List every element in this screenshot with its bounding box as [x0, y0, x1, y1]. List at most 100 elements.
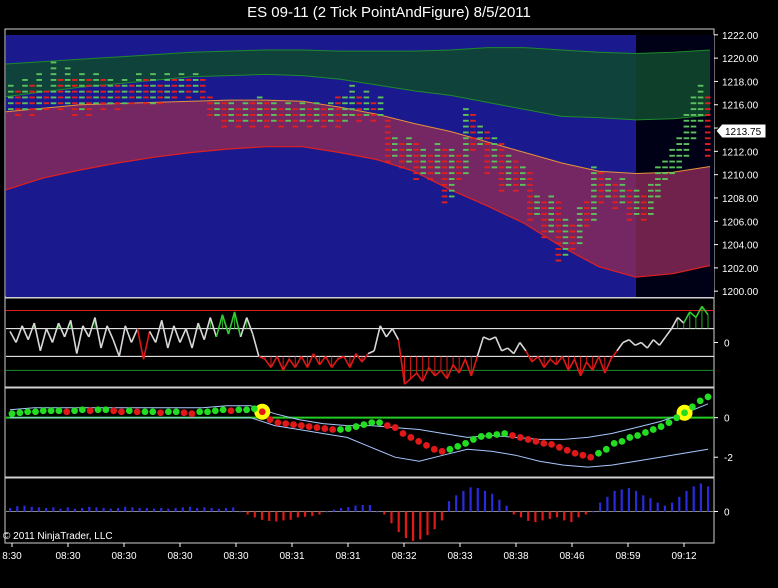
oscillator-1-line [343, 356, 351, 368]
oscillator-2-dot [360, 421, 368, 428]
histogram-bar [239, 511, 242, 513]
histogram-tick-label: 0 [724, 508, 730, 519]
pf-box [562, 224, 569, 227]
histogram-bar [23, 505, 26, 512]
pf-box [584, 207, 590, 210]
oscillator-2-dot [39, 407, 47, 415]
pf-box [505, 178, 512, 180]
pf-box [342, 96, 348, 99]
pf-box [527, 172, 533, 175]
pf-box [463, 172, 469, 175]
pf-box [470, 114, 476, 116]
pf-box [64, 79, 71, 81]
histogram-bar [188, 506, 192, 512]
oscillator-2-dot [556, 443, 563, 451]
histogram-bar [318, 511, 321, 515]
pf-box [171, 96, 178, 99]
histogram-bar [282, 511, 285, 521]
pf-box [491, 143, 498, 145]
pf-box [619, 201, 626, 204]
oscillator-1-line [391, 328, 400, 341]
pf-box [100, 102, 106, 105]
pf-box [157, 96, 163, 99]
oscillator-2-panel[interactable] [6, 393, 714, 468]
oscillator-2-dot [704, 393, 712, 401]
pf-box [448, 154, 455, 157]
pf-box [655, 183, 661, 186]
oscillator-2-dot [204, 408, 211, 416]
chart-canvas[interactable]: 1222.001220.001218.001216.001214.001212.… [0, 0, 778, 588]
pf-box [72, 84, 78, 87]
pf-box [648, 189, 654, 192]
pf-box [420, 160, 426, 163]
pf-box [128, 96, 135, 99]
oscillator-1-line [689, 311, 697, 319]
oscillator-1-line [136, 328, 145, 360]
histogram-bar [620, 489, 623, 512]
pf-box [43, 108, 50, 111]
pf-box [690, 108, 697, 111]
pf-box [143, 84, 149, 87]
pf-box [349, 84, 355, 87]
pf-box [456, 172, 462, 175]
histogram-bar [361, 505, 364, 512]
oscillator-1-line [379, 325, 388, 338]
oscillator-2-dot [235, 406, 243, 414]
oscillator-1-line [683, 311, 691, 324]
oscillator-1-line [75, 325, 84, 354]
oscillator-2-dot [610, 439, 618, 447]
price-panel[interactable] [5, 35, 714, 297]
pf-box [555, 207, 562, 210]
oscillator-1-line [148, 330, 157, 343]
pf-box [655, 172, 661, 175]
oscillator-1-panel[interactable] [6, 305, 714, 385]
pf-box [548, 207, 554, 210]
oscillator-2-dot [540, 439, 548, 447]
oscillator-1-line [489, 336, 496, 341]
pf-box [505, 154, 512, 157]
pf-box [441, 166, 448, 169]
pf-box [498, 154, 505, 157]
oscillator-1-line [9, 330, 17, 343]
oscillator-2-dot [243, 406, 251, 414]
pf-box [562, 218, 569, 221]
pf-box [100, 90, 106, 93]
pf-box [384, 148, 391, 151]
histogram-bar [347, 507, 350, 512]
histogram-bar [692, 486, 695, 512]
pf-box [72, 79, 78, 81]
pf-box [498, 178, 505, 180]
pf-box [36, 73, 42, 76]
oscillator-1-line [312, 353, 321, 366]
oscillator-1-line [185, 328, 193, 349]
pf-box [100, 79, 106, 81]
pf-box [697, 114, 704, 116]
oscillator-2-dot [407, 434, 415, 441]
oscillator-1-line [306, 353, 315, 368]
pf-box [626, 195, 633, 198]
pf-box [555, 218, 562, 221]
pf-box [591, 183, 597, 186]
pf-box [86, 79, 92, 81]
histogram-bar [419, 511, 422, 540]
pf-box [562, 253, 569, 256]
oscillator-1-line [221, 314, 230, 335]
pf-box [363, 108, 370, 111]
pf-box [470, 119, 476, 122]
x-tick-label: 08:46 [559, 551, 584, 562]
oscillator-2-dot [485, 432, 493, 439]
pf-box [399, 148, 405, 151]
pf-box [29, 84, 35, 87]
pf-box [520, 166, 526, 169]
oscillator-1-line [483, 336, 490, 341]
pf-box [43, 96, 50, 99]
oscillator-2-dot [438, 447, 446, 455]
histogram-bar [145, 508, 148, 512]
pf-box [392, 154, 398, 157]
oscillator-2-dot [172, 408, 180, 416]
oscillator-2-dot [469, 436, 477, 443]
pf-box [377, 102, 384, 105]
pf-box [491, 154, 498, 157]
pf-box [463, 125, 469, 128]
pf-box [128, 90, 135, 93]
